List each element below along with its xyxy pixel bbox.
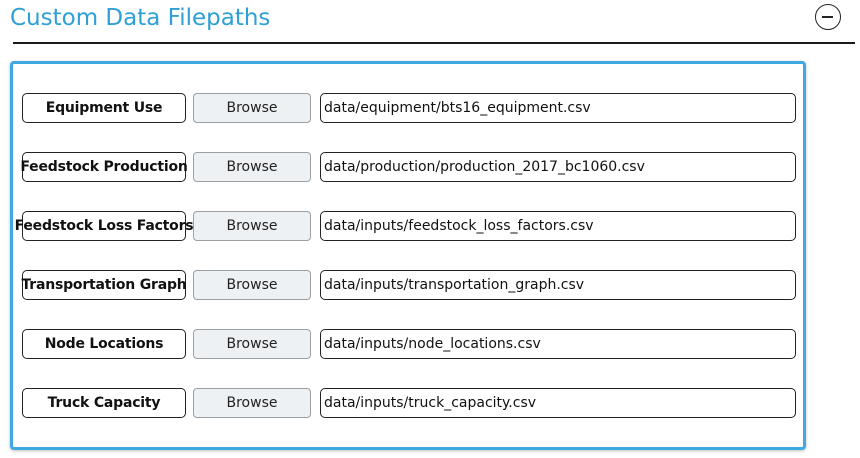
section-divider xyxy=(13,42,855,44)
filepath-input[interactable]: data/inputs/transportation_graph.csv xyxy=(320,270,796,300)
browse-button[interactable]: Browse xyxy=(193,152,311,182)
filepath-label: Equipment Use xyxy=(22,93,186,123)
filepath-label: Truck Capacity xyxy=(22,388,186,418)
filepath-input[interactable]: data/inputs/truck_capacity.csv xyxy=(320,388,796,418)
browse-button[interactable]: Browse xyxy=(193,211,311,241)
filepath-input[interactable]: data/inputs/node_locations.csv xyxy=(320,329,796,359)
browse-button[interactable]: Browse xyxy=(193,93,311,123)
filepath-label: Feedstock Loss Factors xyxy=(15,211,194,241)
filepath-label: Feedstock Production xyxy=(20,152,188,182)
browse-button[interactable]: Browse xyxy=(193,388,311,418)
section-title: Custom Data Filepaths xyxy=(10,5,271,31)
filepath-label: Transportation Graph xyxy=(21,270,187,300)
filepaths-panel: Equipment Use Browse data/equipment/bts1… xyxy=(10,61,806,450)
filepath-input[interactable]: data/production/production_2017_bc1060.c… xyxy=(320,152,796,182)
browse-button[interactable]: Browse xyxy=(193,270,311,300)
browse-button[interactable]: Browse xyxy=(193,329,311,359)
collapse-icon[interactable] xyxy=(815,4,841,30)
filepath-input[interactable]: data/inputs/feedstock_loss_factors.csv xyxy=(320,211,796,241)
filepath-label: Node Locations xyxy=(22,329,186,359)
filepath-input[interactable]: data/equipment/bts16_equipment.csv xyxy=(320,93,796,123)
minus-icon xyxy=(822,16,833,18)
